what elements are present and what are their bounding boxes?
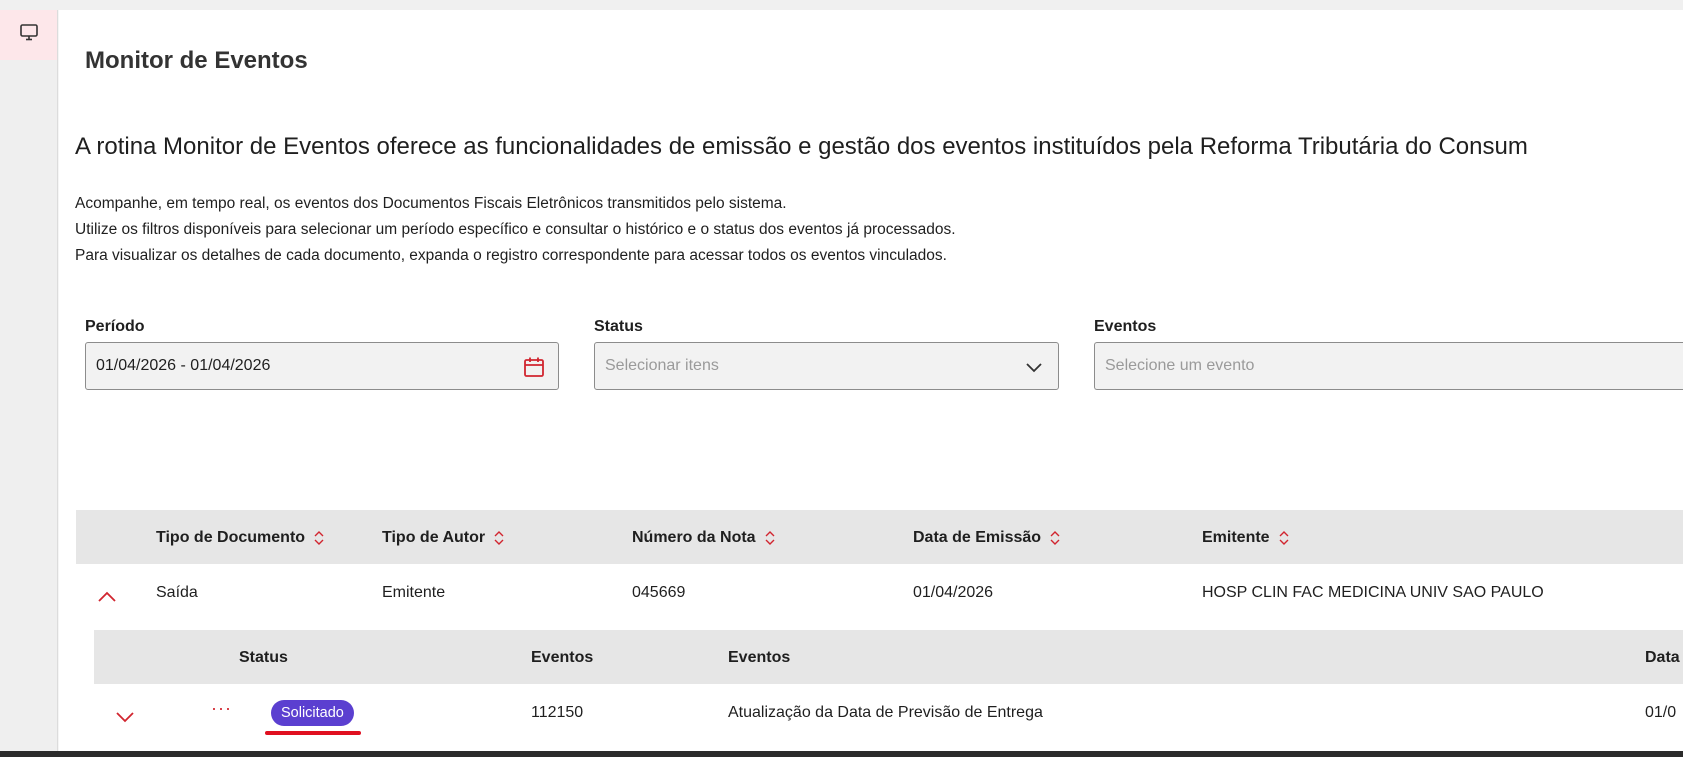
description-line-1: Acompanhe, em tempo real, os eventos dos… [75, 195, 787, 212]
cell-evento-codigo: 112150 [531, 704, 584, 721]
sort-icon[interactable] [1278, 530, 1290, 546]
sort-icon[interactable] [764, 530, 776, 546]
annotation-underline [265, 731, 361, 735]
subtable-header: Status Eventos Eventos Data [94, 630, 1683, 684]
monitor-icon [19, 24, 38, 41]
periodo-label: Período [85, 318, 145, 335]
description-line-2: Utilize os filtros disponíveis para sele… [75, 221, 956, 238]
status-badge: Solicitado [271, 700, 354, 726]
subtable-row[interactable]: ··· Solicitado 112150 Atualização da Dat… [94, 684, 1683, 751]
chevron-down-icon[interactable] [114, 706, 136, 728]
sidebar-item-monitor[interactable] [0, 10, 57, 60]
status-select[interactable]: Selecionar itens [594, 342, 1059, 390]
bottom-bar [0, 751, 1683, 757]
cell-tipo-documento: Saída [156, 584, 198, 601]
sidebar [0, 10, 58, 751]
subcol-status: Status [239, 649, 288, 666]
chevron-down-icon[interactable] [1022, 355, 1046, 379]
col-tipo-documento[interactable]: Tipo de Documento [156, 529, 325, 547]
col-data-emissao[interactable]: Data de Emissão [913, 529, 1061, 547]
cell-evento-data: 01/0 [1645, 704, 1677, 721]
sort-icon[interactable] [1049, 530, 1061, 546]
eventos-label: Eventos [1094, 318, 1157, 335]
sort-icon[interactable] [493, 530, 505, 546]
cell-tipo-autor: Emitente [382, 584, 446, 601]
subcol-eventos: Eventos [728, 649, 791, 666]
subcol-data: Data [1645, 649, 1680, 666]
sort-icon[interactable] [313, 530, 325, 546]
cell-emitente: HOSP CLIN FAC MEDICINA UNIV SAO PAULO [1202, 584, 1544, 601]
top-strip [0, 0, 1683, 10]
status-placeholder: Selecionar itens [605, 357, 719, 374]
page-title: Monitor de Eventos [85, 47, 308, 74]
subcol-eventos-codigo: Eventos [531, 649, 594, 666]
cell-data-emissao: 01/04/2026 [913, 584, 994, 601]
col-tipo-autor[interactable]: Tipo de Autor [382, 529, 505, 547]
table-header: Tipo de Documento Tipo de Autor Número d… [76, 510, 1683, 564]
cell-numero-nota: 045669 [632, 584, 686, 601]
main-content: Monitor de Eventos A rotina Monitor de E… [59, 10, 1683, 751]
col-numero-nota[interactable]: Número da Nota [632, 529, 776, 547]
more-options-icon[interactable]: ··· [211, 698, 232, 719]
description-line-3: Para visualizar os detalhes de cada docu… [75, 247, 947, 264]
eventos-placeholder: Selecione um evento [1105, 357, 1255, 374]
calendar-icon[interactable] [522, 355, 546, 379]
table-row[interactable]: Saída Emitente 045669 01/04/2026 HOSP CL… [76, 564, 1683, 630]
col-emitente[interactable]: Emitente [1202, 529, 1290, 547]
status-label: Status [594, 318, 643, 335]
chevron-up-icon[interactable] [96, 586, 118, 608]
cell-evento-descricao: Atualização da Data de Previsão de Entre… [728, 704, 1043, 721]
eventos-select[interactable]: Selecione um evento [1094, 342, 1683, 390]
intro-text: A rotina Monitor de Eventos oferece as f… [75, 133, 1528, 160]
periodo-date-range-input[interactable]: 01/04/2026 - 01/04/2026 [85, 342, 559, 390]
periodo-value: 01/04/2026 - 01/04/2026 [96, 357, 271, 374]
